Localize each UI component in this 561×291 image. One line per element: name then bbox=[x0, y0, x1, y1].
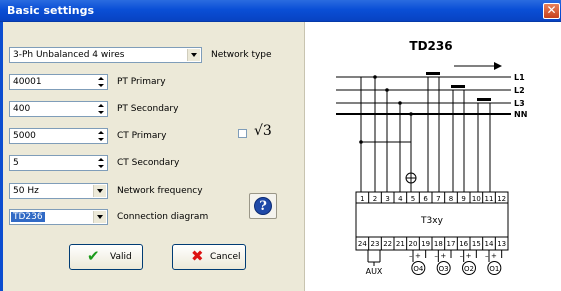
terminal-bottom-21: 21 bbox=[396, 240, 405, 248]
polarity-plus: + bbox=[440, 252, 446, 260]
terminal-bottom-17: 17 bbox=[447, 240, 456, 248]
junction-dots bbox=[359, 75, 413, 144]
cancel-button-label: Cancel bbox=[210, 252, 241, 262]
terminal-top-1: 1 bbox=[360, 195, 364, 203]
spinner-icon[interactable] bbox=[95, 103, 106, 115]
spinner-icon[interactable] bbox=[95, 157, 106, 169]
valid-button-label: Valid bbox=[110, 252, 132, 262]
network-frequency-label: Network frequency bbox=[117, 186, 203, 196]
phase-label-l2: L2 bbox=[514, 86, 525, 95]
device-label: T3xy bbox=[420, 216, 444, 226]
pt-primary-stepper[interactable]: 40001 bbox=[9, 74, 108, 90]
chevron-down-icon[interactable] bbox=[93, 211, 106, 223]
network-frequency-value: 50 Hz bbox=[13, 186, 39, 196]
terminal-top-11: 11 bbox=[485, 195, 494, 203]
title-bar[interactable]: Basic settings ✕ bbox=[0, 0, 561, 22]
network-type-label: Network type bbox=[211, 50, 272, 60]
output-circles: – +O4– +O3– +O2– +O1 bbox=[409, 250, 503, 275]
spinner-icon[interactable] bbox=[95, 130, 106, 142]
polarity-minus: – bbox=[409, 252, 413, 260]
terminal-top-5: 5 bbox=[411, 195, 415, 203]
wiring-diagram: TD236 L1 L2 L3 NN 1 2 3 4 5 6 7 8 9 10 11 1… bbox=[336, 39, 527, 276]
terminal-top-2: 2 bbox=[373, 195, 377, 203]
polarity-minus: – bbox=[460, 252, 464, 260]
aux-label: AUX bbox=[366, 267, 383, 276]
terminal-bottom-23: 23 bbox=[371, 240, 380, 248]
phase-label-nn: NN bbox=[514, 110, 527, 119]
output-label-o1: O1 bbox=[489, 265, 499, 273]
pt-primary-label: PT Primary bbox=[117, 77, 166, 87]
question-mark-icon: ? bbox=[254, 197, 272, 215]
arrow-head-icon bbox=[494, 62, 502, 70]
help-button[interactable]: ? bbox=[249, 193, 277, 219]
terminal-top-12: 12 bbox=[497, 195, 506, 203]
terminal-bottom-15: 15 bbox=[472, 240, 481, 248]
terminal-bottom-20: 20 bbox=[409, 240, 418, 248]
pt-secondary-value: 400 bbox=[13, 104, 31, 114]
terminal-top-8: 8 bbox=[449, 195, 453, 203]
output-label-o4: O4 bbox=[413, 265, 424, 273]
ct-secondary-stepper[interactable]: 5 bbox=[9, 155, 108, 171]
terminal-bottom-16: 16 bbox=[459, 240, 468, 248]
ct-secondary-label: CT Secondary bbox=[117, 158, 180, 168]
polarity-minus: – bbox=[485, 252, 489, 260]
pt-secondary-stepper[interactable]: 400 bbox=[9, 101, 108, 117]
pt-secondary-label: PT Secondary bbox=[117, 104, 179, 114]
connection-diagram-label: Connection diagram bbox=[117, 212, 209, 222]
network-type-select[interactable]: 3-Ph Unbalanced 4 wires bbox=[9, 47, 202, 63]
phase-label-l1: L1 bbox=[514, 73, 525, 82]
terminal-top-6: 6 bbox=[423, 195, 428, 203]
terminal-bottom-14: 14 bbox=[485, 240, 494, 248]
chevron-down-icon[interactable] bbox=[187, 49, 200, 61]
chevron-down-icon[interactable] bbox=[93, 185, 106, 197]
output-label-o2: O2 bbox=[464, 265, 474, 273]
ct-l1 bbox=[426, 72, 440, 75]
terminal-bottom-19: 19 bbox=[421, 240, 430, 248]
phase-lines: L1 L2 L3 NN bbox=[336, 73, 527, 119]
cancel-button[interactable]: ✖ Cancel bbox=[172, 244, 246, 270]
network-type-value: 3-Ph Unbalanced 4 wires bbox=[13, 50, 125, 60]
terminal-bottom-22: 22 bbox=[383, 240, 392, 248]
connection-diagram-select[interactable]: TD236 bbox=[9, 209, 108, 225]
terminal-bottom-18: 18 bbox=[434, 240, 443, 248]
terminal-top-7: 7 bbox=[436, 195, 440, 203]
terminal-bottom-24: 24 bbox=[358, 240, 367, 248]
output-wires bbox=[367, 250, 381, 266]
connection-diagram-value: TD236 bbox=[11, 212, 45, 222]
polarity-minus: – bbox=[434, 252, 438, 260]
terminal-top-10: 10 bbox=[472, 195, 481, 203]
terminal-top-9: 9 bbox=[461, 195, 465, 203]
cross-icon: ✖ bbox=[191, 247, 204, 265]
checkmark-icon: ✔ bbox=[87, 247, 100, 265]
output-label-o3: O3 bbox=[439, 265, 449, 273]
polarity-plus: + bbox=[415, 252, 421, 260]
diagram-title: TD236 bbox=[409, 39, 452, 53]
network-frequency-select[interactable]: 50 Hz bbox=[9, 183, 108, 199]
terminal-top-4: 4 bbox=[398, 195, 403, 203]
phase-label-l3: L3 bbox=[514, 99, 525, 108]
polarity-plus: + bbox=[466, 252, 472, 260]
sqrt3-checkbox[interactable] bbox=[238, 129, 247, 138]
close-button[interactable]: ✕ bbox=[543, 3, 560, 19]
valid-button[interactable]: ✔ Valid bbox=[69, 244, 143, 270]
terminal-top-3: 3 bbox=[385, 195, 389, 203]
ct-primary-label: CT Primary bbox=[117, 131, 167, 141]
pt-primary-value: 40001 bbox=[13, 77, 42, 87]
polarity-plus: + bbox=[491, 252, 497, 260]
sqrt3-label: √3 bbox=[254, 123, 272, 139]
connection-diagram-panel: TD236 L1 L2 L3 NN 1 2 3 4 5 6 7 8 9 10 1… bbox=[306, 22, 561, 291]
spinner-icon[interactable] bbox=[95, 76, 106, 88]
terminal-bottom-13: 13 bbox=[497, 240, 506, 248]
ct-l2 bbox=[451, 85, 465, 88]
ct-secondary-value: 5 bbox=[13, 158, 19, 168]
ct-l3 bbox=[477, 98, 491, 101]
wires bbox=[360, 77, 491, 192]
window-title: Basic settings bbox=[7, 4, 95, 17]
settings-panel: 3-Ph Unbalanced 4 wires Network type 400… bbox=[3, 22, 305, 291]
ct-primary-stepper[interactable]: 5000 bbox=[9, 128, 108, 144]
basic-settings-dialog: Basic settings ✕ 3-Ph Unbalanced 4 wires… bbox=[0, 0, 561, 291]
ct-primary-value: 5000 bbox=[13, 131, 36, 141]
